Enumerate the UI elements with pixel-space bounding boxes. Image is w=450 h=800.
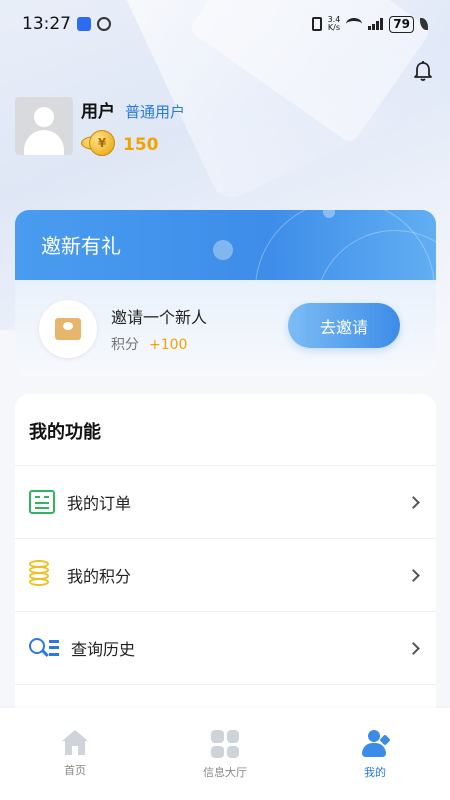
menu-item-my-points[interactable]: 我的积分 <box>15 539 436 612</box>
menu-item-label: 我的订单 <box>67 494 132 513</box>
notification-bell-icon[interactable] <box>412 60 434 82</box>
nav-label: 我的 <box>364 766 386 779</box>
invite-body: 邀请一个新人 积分 +100 去邀请 <box>15 280 436 377</box>
bottom-navigation: 首页 信息大厅 我的 <box>0 708 450 800</box>
search-history-icon <box>29 636 59 660</box>
network-speed: 3.4 K/s <box>327 15 341 32</box>
nav-label: 首页 <box>64 764 86 777</box>
menu-item-my-orders[interactable]: 我的订单 <box>15 466 436 539</box>
invite-card: 邀新有礼 邀请一个新人 积分 +100 去邀请 <box>15 210 436 377</box>
app-notification-icon <box>77 17 91 31</box>
user-level-badge: 普通用户 <box>125 103 186 121</box>
gift-envelope-icon <box>39 299 97 358</box>
nav-label: 信息大厅 <box>203 766 247 779</box>
avatar[interactable] <box>15 97 73 155</box>
invite-points-label: 积分 <box>111 336 139 353</box>
signal-icon <box>368 18 384 30</box>
invite-header: 邀新有礼 <box>15 210 436 280</box>
points-coins-icon <box>29 560 55 588</box>
status-bar: 13:27 3.4 K/s 79 <box>0 0 450 48</box>
battery-indicator: 79 <box>389 15 414 33</box>
chevron-right-icon <box>407 568 420 582</box>
nav-item-home[interactable]: 首页 <box>0 708 150 800</box>
chevron-right-icon <box>407 641 420 655</box>
grid-icon <box>211 730 239 758</box>
home-icon <box>61 730 89 756</box>
invite-main-text: 邀请一个新人 <box>111 307 208 327</box>
menu-item-label: 我的积分 <box>67 567 132 586</box>
invite-title: 邀新有礼 <box>41 234 121 258</box>
coins-icon: ¥ <box>81 130 121 160</box>
vibrate-icon <box>311 17 322 31</box>
invite-button[interactable]: 去邀请 <box>288 303 400 348</box>
nav-item-info-hall[interactable]: 信息大厅 <box>150 708 300 800</box>
nav-item-mine[interactable]: 我的 <box>300 708 450 800</box>
functions-card: 我的功能 我的订单 我的积分 查询历史 <box>15 394 436 724</box>
profile-icon <box>361 730 391 758</box>
menu-item-label: 查询历史 <box>71 640 136 659</box>
profile-section: 用户 普通用户 ¥ 150 <box>15 97 185 160</box>
power-saving-icon <box>420 18 428 30</box>
order-icon <box>29 490 55 514</box>
points-value: 150 <box>123 135 159 155</box>
user-name: 用户 <box>81 102 115 122</box>
chevron-right-icon <box>407 495 420 509</box>
alarm-icon <box>97 17 111 31</box>
invite-points-bonus: +100 <box>149 336 188 353</box>
wifi-icon <box>346 18 363 30</box>
functions-title: 我的功能 <box>15 394 436 466</box>
status-time: 13:27 <box>22 14 71 34</box>
menu-item-query-history[interactable]: 查询历史 <box>15 612 436 685</box>
